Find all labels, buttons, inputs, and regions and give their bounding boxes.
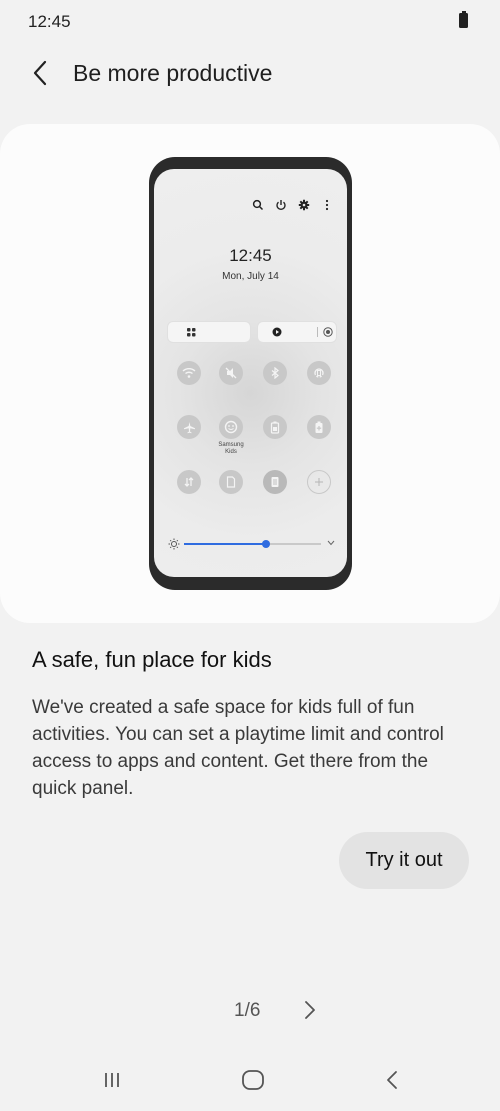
recent-apps-icon xyxy=(105,1073,119,1087)
notes-icon xyxy=(263,470,287,494)
phone-screen: 12:45 Mon, July 14 Samsung Kids xyxy=(154,169,347,577)
section-title: A safe, fun place for kids xyxy=(32,647,272,672)
page-indicator: 1/6 xyxy=(234,1000,261,1021)
home-button[interactable] xyxy=(237,1066,269,1094)
search-icon xyxy=(252,199,264,211)
samsung-kids-icon xyxy=(219,415,243,439)
header: Be more productive xyxy=(0,52,500,96)
description-text: We've created a safe space for kids full… xyxy=(32,697,444,799)
grid-icon xyxy=(187,328,196,337)
divider xyxy=(317,327,318,337)
document-icon xyxy=(219,470,243,494)
wifi-icon xyxy=(177,361,201,385)
back-button[interactable] xyxy=(28,58,56,88)
home-icon xyxy=(242,1070,264,1090)
back-nav-button[interactable] xyxy=(376,1066,408,1094)
try-it-out-button[interactable]: Try it out xyxy=(339,832,469,889)
status-bar: 12:45 xyxy=(0,0,500,44)
brightness-slider xyxy=(184,540,321,548)
media-pill xyxy=(257,321,337,343)
clock-time: 12:45 xyxy=(229,246,272,265)
mobile-data-icon xyxy=(177,470,201,494)
recent-apps-button[interactable] xyxy=(96,1066,128,1094)
chevron-left-icon xyxy=(33,60,47,86)
record-icon xyxy=(323,327,333,337)
mute-icon xyxy=(219,361,243,385)
brightness-slider-thumb xyxy=(262,540,271,548)
gear-icon xyxy=(298,199,310,211)
power-icon xyxy=(275,199,287,211)
chevron-right-icon xyxy=(305,1001,315,1019)
quick-panel-top-icons xyxy=(252,199,333,211)
status-time: 12:45 xyxy=(28,12,71,31)
navigation-bar xyxy=(0,1050,500,1111)
next-page-button[interactable] xyxy=(300,998,320,1022)
pager: 1/6 xyxy=(0,998,500,1024)
bluetooth-icon xyxy=(263,361,287,385)
power-saving-icon xyxy=(307,415,331,439)
battery-icon xyxy=(459,11,468,28)
clock-date: Mon, July 14 xyxy=(222,271,279,282)
back-icon xyxy=(387,1071,397,1089)
battery-saver-icon xyxy=(263,415,287,439)
auto-rotate-icon xyxy=(307,361,331,385)
samsung-kids-label: Samsung Kids xyxy=(218,442,244,455)
devices-pill xyxy=(167,321,251,343)
add-tile-icon xyxy=(307,470,331,494)
brightness-slider-fill xyxy=(184,543,267,545)
phone-illustration: 12:45 Mon, July 14 Samsung Kids xyxy=(149,157,352,590)
chevron-down-icon xyxy=(327,540,335,546)
page-title: Be more productive xyxy=(73,60,273,86)
more-options-icon xyxy=(321,199,333,211)
play-icon xyxy=(272,327,282,337)
brightness-icon xyxy=(168,538,180,550)
airplane-icon xyxy=(177,415,201,439)
